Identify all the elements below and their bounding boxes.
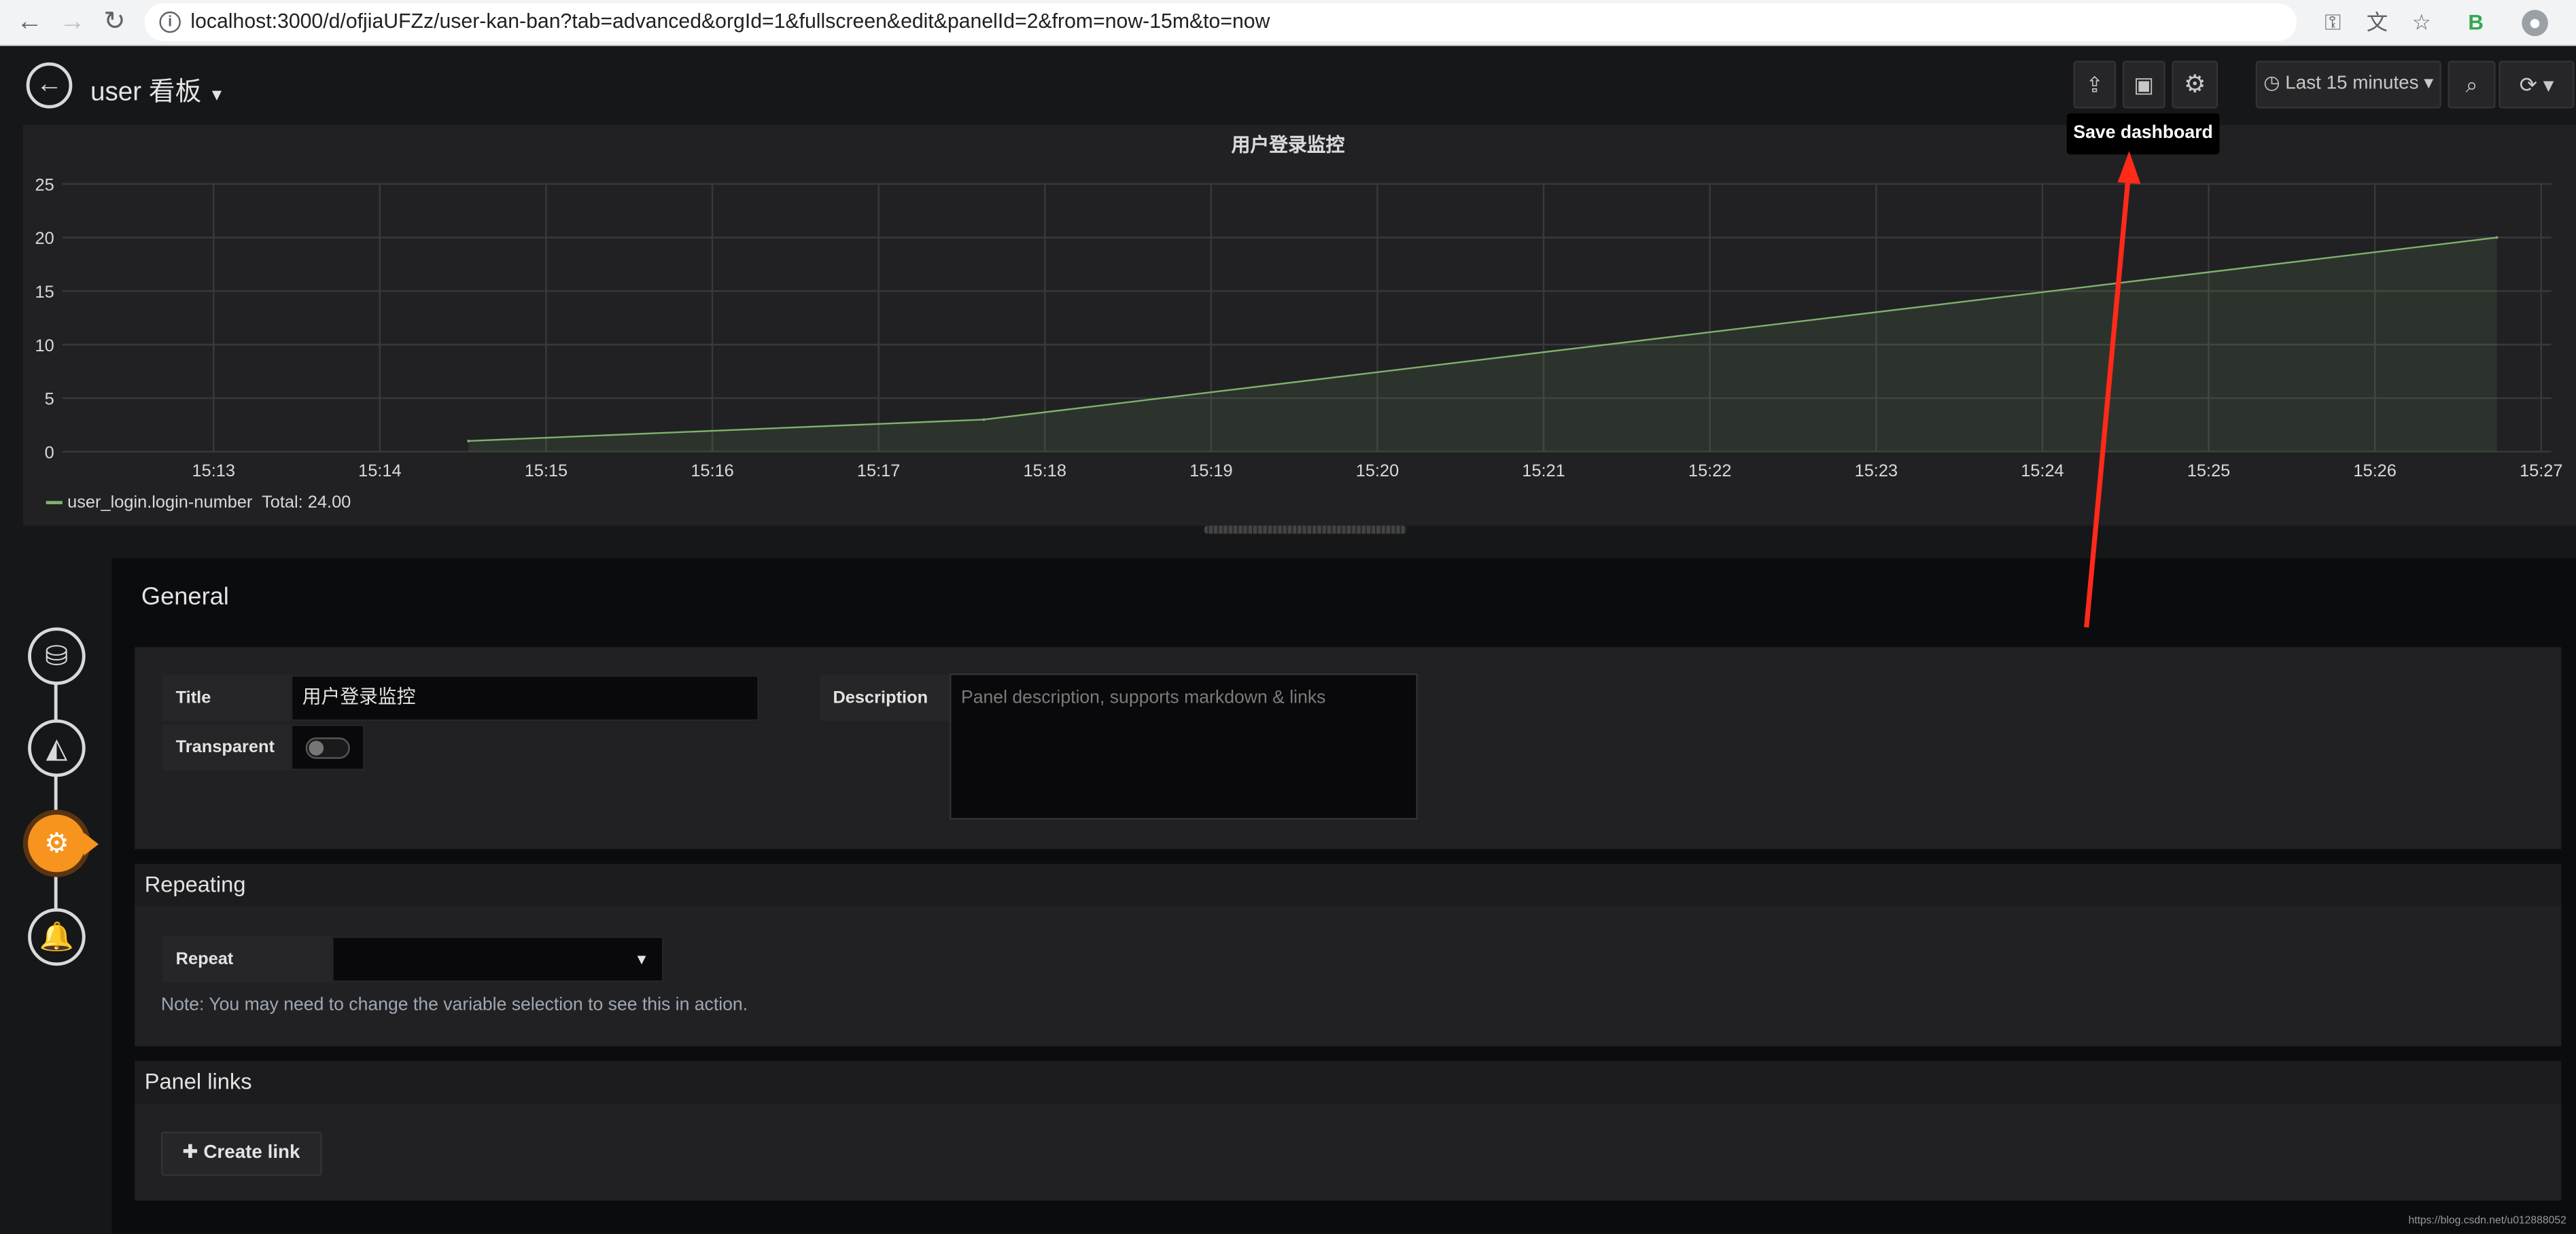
watermark: https://blog.csdn.net/u012888052 [2408, 1215, 2566, 1227]
annotation-arrow-line [2084, 167, 2132, 628]
annotation-arrowhead [2117, 151, 2141, 184]
annotation-layer [2084, 151, 2141, 628]
